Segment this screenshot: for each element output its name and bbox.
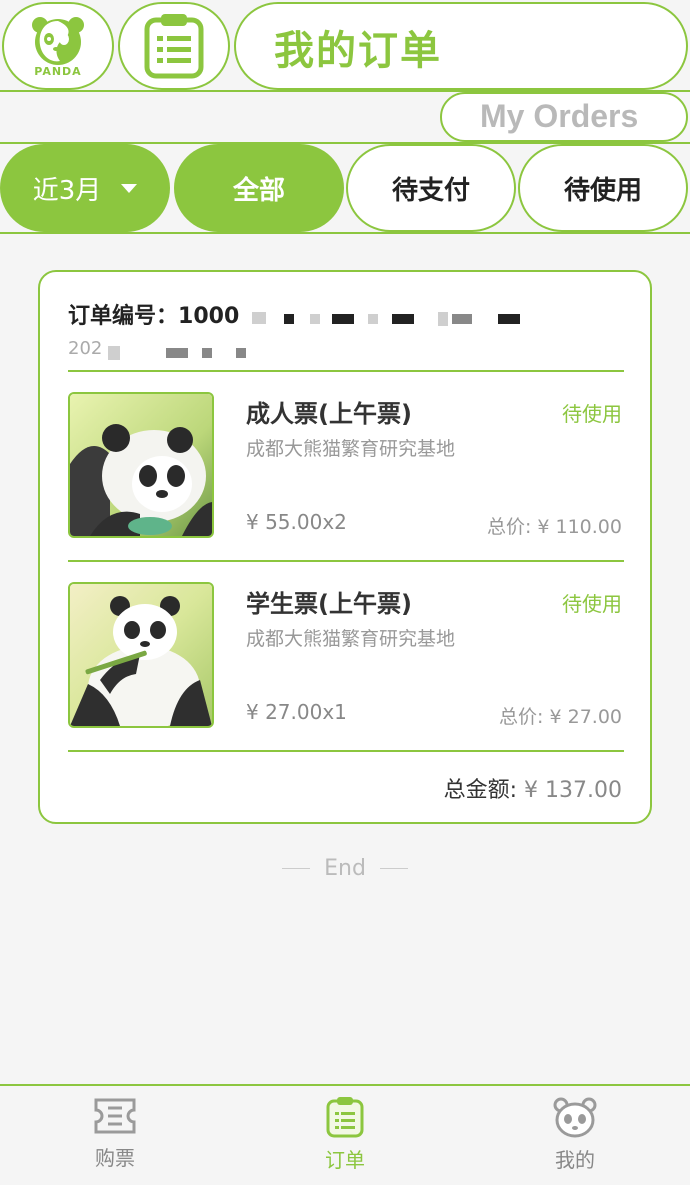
divider-dash <box>379 868 408 869</box>
order-list-button[interactable] <box>118 2 230 90</box>
redaction-mark <box>166 348 188 358</box>
page-subtitle: My Orders <box>480 98 639 134</box>
redaction-mark <box>498 314 520 324</box>
tab-to-use[interactable]: 待使用 <box>518 144 688 232</box>
tab-pending-payment[interactable]: 待支付 <box>346 144 516 232</box>
redaction-mark <box>310 314 320 324</box>
grand-total: 总金额: ¥ 137.00 <box>444 772 622 804</box>
item-venue: 成都大熊猫繁育研究基地 <box>246 628 456 650</box>
card-divider <box>68 370 624 372</box>
item-price: ¥ 27.00x1 <box>246 700 347 724</box>
panda-logo-icon <box>32 16 84 65</box>
title-pill: 我的订单 <box>234 2 688 90</box>
divider-dash <box>282 868 311 869</box>
clipboard-icon <box>326 1097 364 1138</box>
item-venue: 成都大熊猫繁育研究基地 <box>246 438 456 460</box>
item-name: 成人票(上午票) <box>246 400 412 428</box>
ticket-icon <box>94 1098 136 1134</box>
item-total: 总价: ¥ 27.00 <box>499 706 622 728</box>
logo-button[interactable]: PANDA <box>2 2 114 90</box>
item-divider <box>68 750 624 752</box>
nav-label-tickets: 购票 <box>95 1146 135 1170</box>
caret-down-icon <box>121 183 138 193</box>
panda-eating-bamboo-image <box>68 582 214 728</box>
tab-pending-payment-label: 待支付 <box>391 175 470 206</box>
filter-tabbar: 近3月 全部 待支付 待使用 <box>0 142 690 234</box>
redaction-mark <box>236 348 246 358</box>
redaction-mark <box>392 314 414 324</box>
bottom-nav: 购票 订单 我的 <box>0 1084 690 1185</box>
end-text: End <box>324 856 366 881</box>
redaction-mark <box>202 348 212 358</box>
tabbar-bottom-line <box>0 232 690 234</box>
tab-all[interactable]: 全部 <box>174 144 344 232</box>
order-number: 订单编号：1000 <box>68 298 239 330</box>
nav-item-profile[interactable]: 我的 <box>515 1096 635 1173</box>
tab-all-label: 全部 <box>232 175 285 206</box>
panda-image <box>68 392 214 538</box>
item-total: 总价: ¥ 110.00 <box>486 516 622 538</box>
logo-text: PANDA <box>34 64 82 78</box>
order-card[interactable]: 订单编号：1000 202 成人票(上午票) 待使用 成都大熊猫繁育研究基地 ¥… <box>38 270 652 824</box>
page-title: 我的订单 <box>274 28 442 74</box>
order-date: 202 <box>68 338 103 359</box>
item-price: ¥ 55.00x2 <box>246 510 347 534</box>
date-range-label: 近3月 <box>32 175 102 206</box>
nav-item-orders[interactable]: 订单 <box>285 1096 405 1173</box>
grand-total-value: ¥ 137.00 <box>524 778 622 803</box>
item-status: 待使用 <box>562 592 622 616</box>
grand-total-label: 总金额: <box>443 778 518 803</box>
panda-face-icon <box>553 1097 597 1138</box>
redaction-mark <box>252 312 266 324</box>
redaction-mark <box>452 314 472 324</box>
order-number-value: 1000 <box>178 304 240 329</box>
nav-label-profile: 我的 <box>555 1148 595 1172</box>
item-divider <box>68 560 624 562</box>
nav-item-tickets[interactable]: 购票 <box>55 1096 175 1171</box>
list-end-marker: End <box>0 856 690 881</box>
order-number-label: 订单编号： <box>68 304 179 329</box>
clipboard-list-icon <box>144 14 204 79</box>
redaction-mark <box>108 346 120 360</box>
tab-to-use-label: 待使用 <box>563 175 642 206</box>
redaction-mark <box>284 314 294 324</box>
date-range-dropdown[interactable]: 近3月 <box>0 144 170 232</box>
item-status: 待使用 <box>562 402 622 426</box>
subtitle-pill: My Orders <box>440 92 688 142</box>
redaction-mark <box>438 312 448 326</box>
redaction-mark <box>368 314 378 324</box>
item-name: 学生票(上午票) <box>246 590 412 618</box>
redaction-mark <box>332 314 354 324</box>
header: PANDA 我的订单 My Orders <box>0 0 690 142</box>
nav-label-orders: 订单 <box>325 1148 365 1172</box>
